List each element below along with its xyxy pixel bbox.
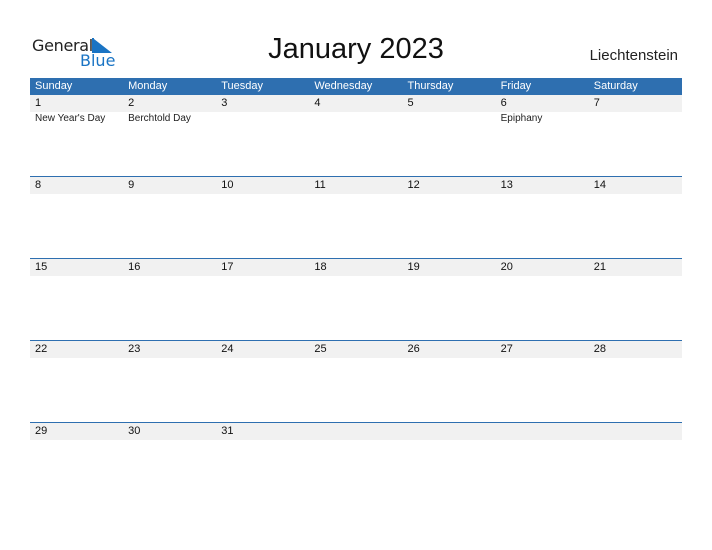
day-number: 30 — [128, 425, 141, 437]
day-number: 4 — [314, 97, 321, 109]
day-number: 17 — [221, 261, 234, 273]
day-number: 29 — [35, 425, 48, 437]
weekday-monday: Monday — [128, 80, 168, 92]
day-number: 3 — [221, 97, 228, 109]
day-number: 10 — [221, 179, 234, 191]
holiday-label: New Year's Day — [35, 113, 106, 124]
weekday-thursday: Thursday — [407, 80, 454, 92]
weekday-wednesday: Wednesday — [314, 80, 373, 92]
weekday-sunday: Sunday — [35, 80, 73, 92]
day-number — [403, 423, 496, 440]
day-number: 6 — [500, 97, 507, 109]
day-number-row: 8 9 10 11 12 13 14 — [30, 177, 682, 194]
day-number: 19 — [407, 261, 420, 273]
day-number: 12 — [407, 179, 420, 191]
weekday-tuesday: Tuesday — [221, 80, 264, 92]
day-number: 26 — [407, 343, 420, 355]
day-number: 16 — [128, 261, 141, 273]
day-number: 15 — [35, 261, 48, 273]
day-number: 13 — [500, 179, 513, 191]
day-number: 8 — [35, 179, 42, 191]
weekday-friday: Friday — [500, 80, 532, 92]
day-number: 9 — [128, 179, 135, 191]
calendar-grid: Sunday Monday Tuesday Wednesday Thursday… — [30, 78, 682, 504]
day-number — [309, 423, 402, 440]
day-number-row: 22 23 24 25 26 27 28 — [30, 341, 682, 358]
day-number: 2 — [128, 97, 135, 109]
day-number-row: 29 30 31 — [30, 423, 682, 440]
day-number: 25 — [314, 343, 327, 355]
week-row: 29 30 31 — [30, 422, 682, 504]
holiday-label — [216, 112, 309, 126]
holiday-row: New Year's Day Berchtold Day Epiphany — [30, 112, 682, 126]
week-row: 1 2 3 4 5 6 7 New Year's Day Berchtold Day Epipha… — [30, 95, 682, 176]
day-number: 7 — [593, 97, 600, 109]
day-number-row: 1 2 3 4 5 6 7 — [30, 95, 682, 112]
holiday-label: Berchtold Day — [128, 113, 191, 124]
day-number: 14 — [593, 179, 606, 191]
day-number: 31 — [221, 425, 234, 437]
day-number — [496, 423, 589, 440]
day-number: 21 — [593, 261, 606, 273]
holiday-label — [309, 112, 402, 126]
weekday-header: Sunday Monday Tuesday Wednesday Thursday… — [30, 78, 682, 95]
day-number: 24 — [221, 343, 234, 355]
day-number: 5 — [407, 97, 414, 109]
weekday-saturday: Saturday — [593, 80, 638, 92]
day-number-row: 15 16 17 18 19 20 21 — [30, 259, 682, 276]
holiday-label — [403, 112, 496, 126]
week-row: 8 9 10 11 12 13 14 — [30, 176, 682, 258]
country-label: Liechtenstein — [589, 47, 678, 64]
day-number: 20 — [500, 261, 513, 273]
day-number: 22 — [35, 343, 48, 355]
holiday-label: Epiphany — [500, 113, 543, 124]
day-number: 1 — [35, 97, 42, 109]
day-number: 27 — [500, 343, 513, 355]
day-number: 28 — [593, 343, 606, 355]
day-number: 23 — [128, 343, 141, 355]
holiday-label — [589, 112, 682, 126]
week-row: 22 23 24 25 26 27 28 — [30, 340, 682, 422]
day-number: 11 — [314, 179, 326, 191]
week-row: 15 16 17 18 19 20 21 — [30, 258, 682, 340]
day-number: 18 — [314, 261, 327, 273]
day-number — [589, 423, 682, 440]
